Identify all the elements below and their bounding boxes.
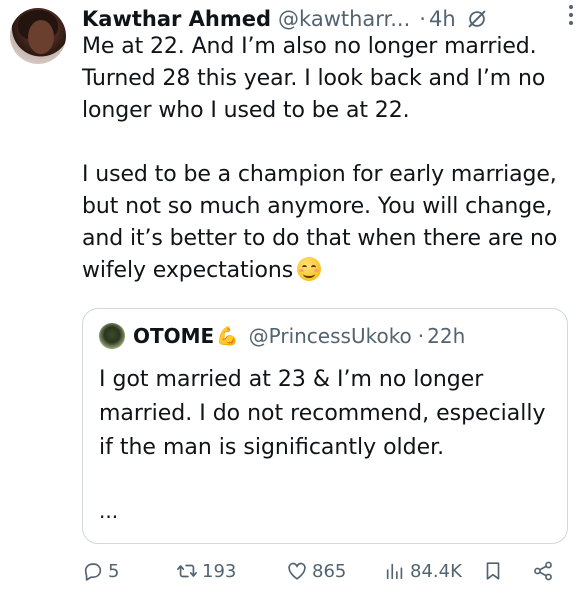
view-count: 84.4K [410, 560, 462, 582]
flexed-biceps-icon: 💪 [216, 325, 239, 347]
author-name[interactable]: Kawthar Ahmed [82, 7, 271, 31]
quoted-separator-dot: · [417, 324, 425, 348]
views-chart-icon [386, 563, 403, 580]
action-bar: 5 193 865 84.4K [82, 560, 575, 588]
avatar-face [28, 20, 54, 54]
heart-icon [288, 562, 306, 580]
repost-button[interactable]: 193 [176, 560, 236, 582]
repost-count: 193 [202, 560, 237, 582]
share-button[interactable] [532, 560, 554, 582]
tweet-time[interactable]: 4h [429, 7, 456, 31]
tweet-text: Me at 22. And I’m also no longer married… [82, 34, 558, 283]
author-handle[interactable]: @kawtharr... [278, 7, 410, 31]
grok-icon[interactable] [466, 8, 488, 30]
repost-icon [177, 564, 197, 578]
share-icon [534, 561, 552, 581]
quoted-author-avatar [99, 323, 125, 349]
like-count: 865 [312, 560, 347, 582]
tweet-header: Kawthar Ahmed @kawtharr... · 4h [82, 4, 575, 34]
views-button[interactable]: 84.4K [384, 560, 462, 582]
smiling-face-icon [297, 257, 322, 281]
separator-dot: · [419, 7, 426, 31]
quoted-tweet-time: 22h [427, 324, 466, 348]
reply-count: 5 [108, 560, 120, 582]
tweet-body: Me at 22. And I’m also no longer married… [82, 31, 577, 287]
quoted-tweet[interactable]: OTOME 💪 @PrincessUkoko · 22h I got marri… [82, 308, 568, 544]
reply-icon [84, 563, 102, 581]
quoted-tweet-text: I got married at 23 & I’m no longer marr… [99, 367, 553, 460]
quoted-author-name: OTOME [133, 324, 215, 348]
like-button[interactable]: 865 [286, 560, 346, 582]
quoted-tweet-ellipsis: ... [99, 499, 119, 523]
quoted-author-handle: @PrincessUkoko [248, 324, 412, 348]
bookmark-icon [486, 562, 500, 580]
bookmark-button[interactable] [482, 560, 504, 582]
more-options-icon[interactable] [561, 2, 581, 28]
quoted-tweet-header: OTOME 💪 @PrincessUkoko · 22h [99, 323, 465, 349]
reply-button[interactable]: 5 [82, 560, 119, 582]
author-avatar[interactable] [10, 8, 66, 64]
